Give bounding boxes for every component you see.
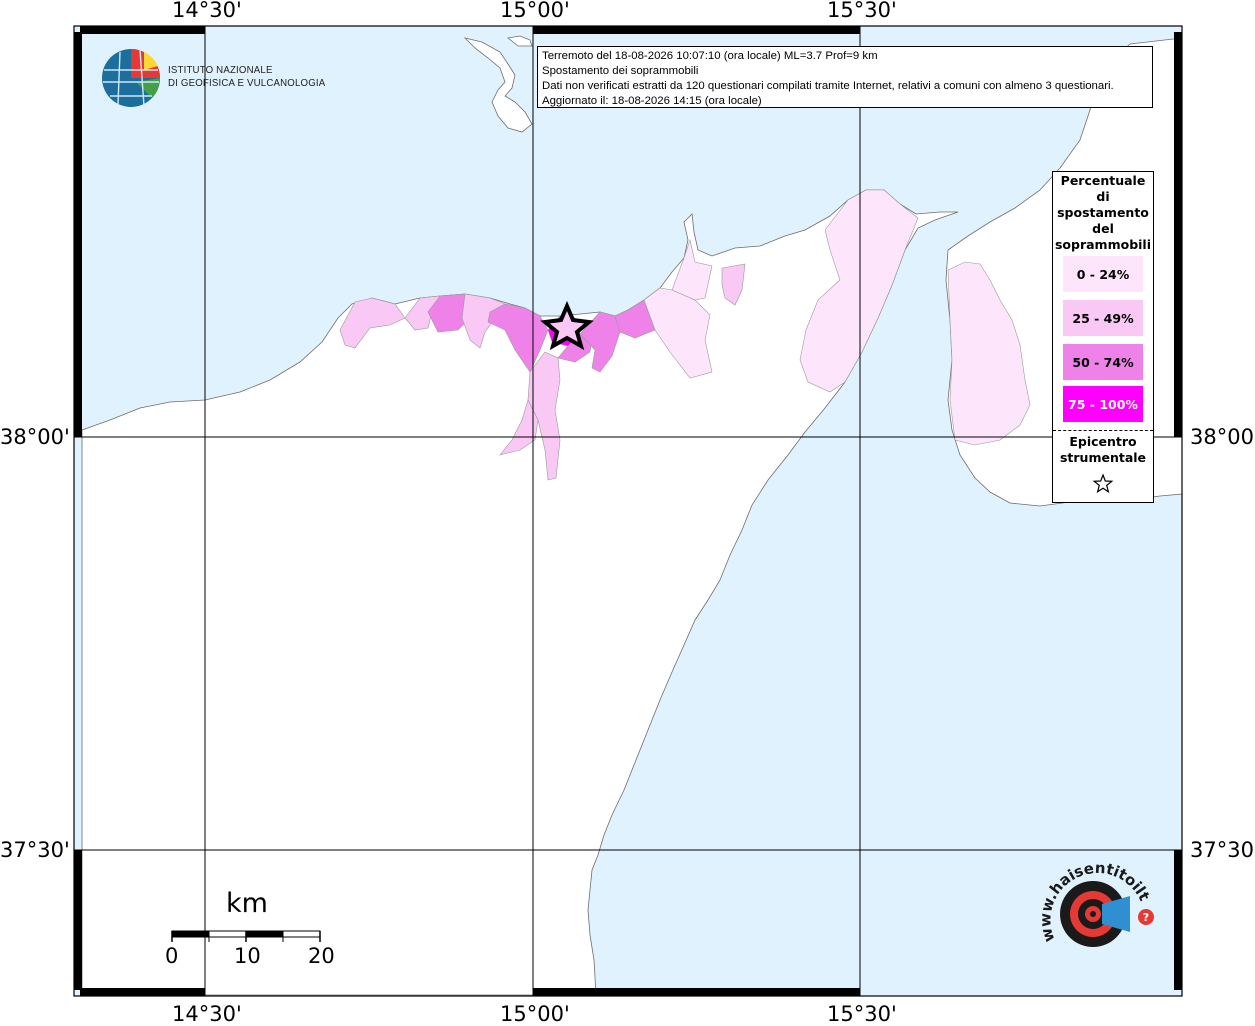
legend-title: Percentuale di spostamento del soprammob… <box>1053 173 1153 253</box>
tick-bottom-1: 14°30' <box>172 1002 242 1026</box>
legend-swatch-25-49: 25 - 49% <box>1063 300 1143 336</box>
legend-swatch-0-24: 0 - 24% <box>1063 256 1143 292</box>
tick-top-1: 14°30' <box>172 0 242 22</box>
legend-epicenter-line: strumentale <box>1059 450 1147 465</box>
legend-swatch-label: 0 - 24% <box>1076 266 1130 282</box>
info-data-note: Dati non verificati estratti da 120 ques… <box>542 80 1114 92</box>
info-updated: Aggiornato il: 18-08-2026 14:15 (ora loc… <box>542 95 762 107</box>
ingv-logo-icon <box>102 49 160 107</box>
legend-title-line: soprammobili <box>1054 237 1151 252</box>
scale-label-0: 0 <box>165 944 179 968</box>
tick-bottom-3: 15°30' <box>827 1002 897 1026</box>
legend-title-line: Percentuale <box>1060 173 1146 188</box>
tick-right-2: 37°30' <box>1190 838 1255 862</box>
ingv-line-2: DI GEOFISICA E VULCANOLOGIA <box>168 77 326 89</box>
scale-label-10: 10 <box>234 944 261 968</box>
ingv-logo-text: ISTITUTO NAZIONALE DI GEOFISICA E VULCAN… <box>168 64 325 90</box>
legend: Percentuale di spostamento del soprammob… <box>1052 171 1154 503</box>
star-icon <box>1092 473 1114 494</box>
legend-swatch-50-74: 50 - 74% <box>1063 344 1143 380</box>
legend-title-line: spostamento <box>1057 205 1149 220</box>
tick-left-2: 37°30' <box>0 838 70 862</box>
tick-top-3: 15°30' <box>827 0 897 22</box>
scale-unit: km <box>226 888 268 919</box>
legend-swatch-label: 50 - 74% <box>1072 354 1134 370</box>
legend-swatch-label: 25 - 49% <box>1072 310 1134 326</box>
legend-title-line: del <box>1092 221 1114 236</box>
tick-left-1: 38°00' <box>0 425 70 449</box>
legend-epicenter-label: Epicentro strumentale <box>1053 434 1153 466</box>
scale-label-20: 20 <box>308 944 335 968</box>
tick-top-2: 15°00' <box>500 0 570 22</box>
svg-text:?: ? <box>1143 911 1149 924</box>
legend-divider <box>1053 430 1153 431</box>
intensity-map: ? www.haisentitoilterremoto.it <box>0 0 1183 997</box>
tick-bottom-2: 15°00' <box>500 1002 570 1026</box>
legend-swatch-75-100: 75 - 100% <box>1063 386 1143 422</box>
info-event: Terremoto del 18-08-2026 10:07:10 (ora l… <box>542 50 878 62</box>
ingv-line-1: ISTITUTO NAZIONALE <box>168 64 273 76</box>
tick-right-1: 38°00' <box>1190 425 1255 449</box>
legend-epicenter-line: Epicentro <box>1069 434 1137 449</box>
earthquake-info-box: Terremoto del 18-08-2026 10:07:10 (ora l… <box>537 46 1153 108</box>
legend-swatch-label: 75 - 100% <box>1068 396 1138 412</box>
info-parameter: Spostamento dei soprammobili <box>542 65 699 77</box>
legend-title-line: di <box>1096 189 1110 204</box>
